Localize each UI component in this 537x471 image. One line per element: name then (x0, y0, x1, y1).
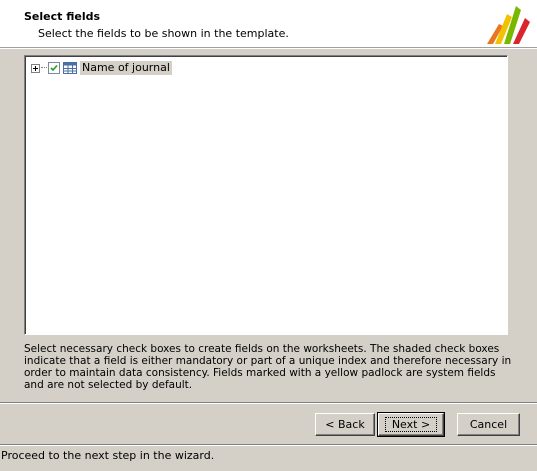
divider (0, 402, 537, 404)
help-text: Select necessary check boxes to create f… (24, 343, 512, 391)
wizard-header: Select fields Select the fields to be sh… (0, 0, 537, 48)
table-icon (63, 62, 77, 74)
fields-tree[interactable]: Name of journal (24, 55, 508, 335)
page-subtitle: Select the fields to be shown in the tem… (38, 27, 289, 40)
next-button-label: Next > (384, 416, 438, 432)
checkmark-icon (50, 64, 58, 72)
tree-connector (41, 67, 47, 69)
status-text: Proceed to the next step in the wizard. (1, 449, 215, 462)
page-title: Select fields (24, 10, 101, 23)
dynamics-logo-icon (487, 6, 530, 44)
next-button[interactable]: Next > (377, 412, 445, 437)
field-checkbox[interactable] (48, 62, 60, 74)
tree-node-name-of-journal[interactable]: Name of journal (31, 60, 172, 76)
expand-plus-icon[interactable] (31, 63, 40, 73)
cancel-button[interactable]: Cancel (457, 413, 520, 436)
status-bar: Proceed to the next step in the wizard. (0, 444, 537, 471)
tree-item-label[interactable]: Name of journal (80, 61, 172, 75)
back-button[interactable]: < Back (315, 413, 375, 436)
